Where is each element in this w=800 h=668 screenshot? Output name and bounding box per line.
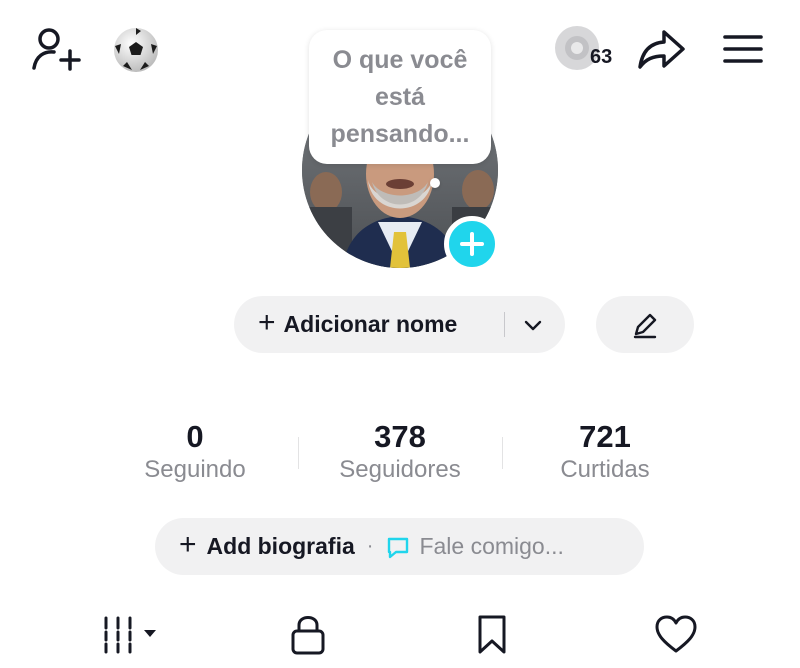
separator-dot: · (366, 535, 374, 557)
plus-icon (460, 232, 484, 256)
chevron-down-icon[interactable] (521, 313, 545, 337)
bookmark-icon (478, 615, 506, 654)
tab-liked[interactable] (648, 608, 704, 660)
heart-icon (655, 615, 697, 653)
stat-value: 0 (186, 419, 204, 454)
tab-videos[interactable] (96, 608, 166, 660)
stat-divider (298, 437, 299, 469)
share-arrow-icon[interactable] (636, 24, 688, 74)
tab-private[interactable] (282, 608, 334, 660)
thought-bubble-tail (430, 178, 440, 188)
person-add-icon[interactable] (30, 24, 84, 74)
add-photo-button[interactable] (444, 216, 500, 272)
thought-bubble-text: O que você está pensando... (330, 45, 470, 148)
plus-icon: + (179, 528, 197, 561)
stat-followers[interactable]: 378 Seguidores (320, 420, 480, 484)
chat-bubble-icon (388, 537, 409, 558)
stat-value: 721 (579, 419, 631, 454)
hamburger-menu-icon[interactable] (718, 26, 768, 72)
divider (504, 312, 505, 337)
stat-label: Seguindo (144, 456, 246, 483)
pencil-icon (633, 313, 657, 338)
tab-saved[interactable] (466, 608, 518, 660)
add-name-label: Adicionar nome (283, 311, 458, 337)
stat-likes[interactable]: 721 Curtidas (530, 420, 680, 484)
stat-label: Curtidas (560, 456, 650, 483)
plus-icon: + (258, 306, 276, 339)
add-bio-label: Add biografia (206, 533, 355, 559)
add-name-button[interactable]: + Adicionar nome (234, 296, 565, 353)
chat-label: Fale comigo... (419, 533, 564, 559)
lock-icon (291, 616, 325, 655)
profile-page: 63 O que você está pensando... + Adicion… (0, 0, 800, 668)
coin-count: 63 (590, 46, 613, 68)
add-bio-button[interactable]: + Add biografia · Fale comigo... (155, 518, 644, 575)
stat-label: Seguidores (339, 456, 461, 483)
edit-profile-button[interactable] (596, 296, 694, 353)
stat-following[interactable]: 0 Seguindo (120, 420, 270, 484)
soccer-ball-icon[interactable] (110, 24, 162, 76)
grid-icon (104, 616, 156, 654)
stat-value: 378 (374, 419, 426, 454)
thought-bubble[interactable]: O que você está pensando... (309, 30, 491, 164)
stat-divider (502, 437, 503, 469)
coin-balance[interactable]: 63 (552, 22, 622, 76)
